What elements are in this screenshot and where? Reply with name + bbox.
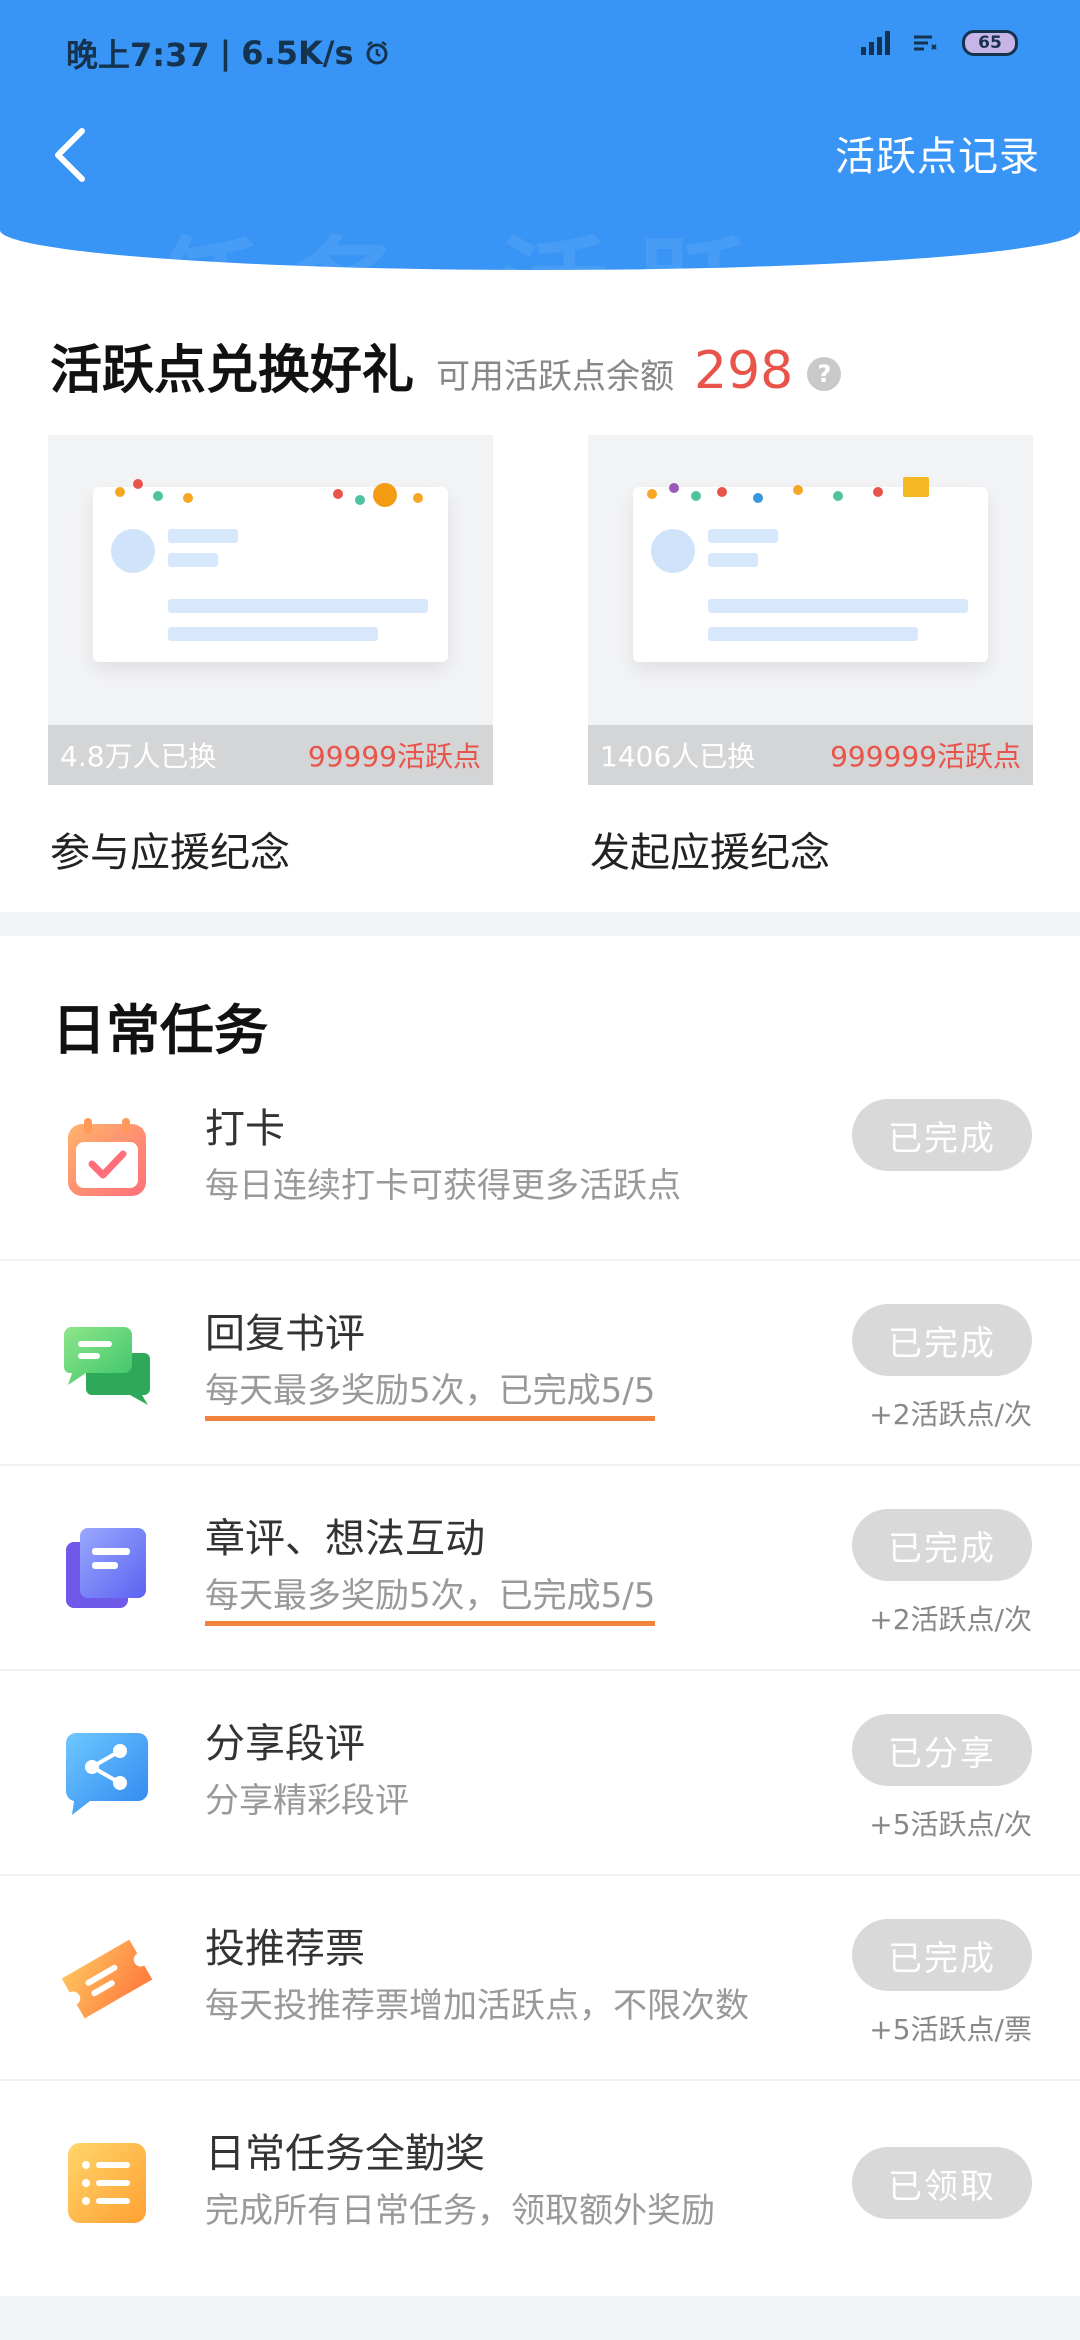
task-row-vote: 投推荐票 每天投推荐票增加活跃点，不限次数 已完成 +5活跃点/票 [0,1876,1080,2081]
question-icon[interactable]: ? [807,357,842,391]
back-button[interactable] [40,120,100,190]
task-status-button[interactable]: 已完成 [852,1509,1032,1581]
page: 晚上7:37 | 6.5K/s 65 活跃点记录 活跃点兑换好礼 可用活跃点余额… [0,0,1080,2340]
task-name: 打卡 [205,1106,285,1152]
signal-icon [861,31,890,55]
document-icon [66,1528,146,1608]
alarm-icon [366,41,388,65]
task-row-checkin: 打卡 每日连续打卡可获得更多活跃点 已完成 [0,1056,1080,1261]
task-row-chapter-comment: 章评、想法互动 每天最多奖励5次，已完成5/5 已完成 +2活跃点/次 [0,1466,1080,1671]
balance-value: 298 [694,341,794,401]
bottom-divider [0,2296,1080,2340]
task-status-button[interactable]: 已领取 [852,2147,1032,2219]
card-exchange-count: 1406人已换 [600,740,756,773]
task-status-button[interactable]: 已完成 [852,1304,1032,1376]
card-preview-image [633,477,988,662]
task-status-button[interactable]: 已完成 [852,1099,1032,1171]
task-row-reply-review: 回复书评 每天最多奖励5次，已完成5/5 已完成 +2活跃点/次 [0,1261,1080,1466]
card-preview-image [93,479,448,662]
status-time: 晚上7:37 [66,36,210,74]
task-reward: +5活跃点/次 [869,1808,1032,1841]
task-reward: +5活跃点/票 [869,2013,1032,2046]
task-status-button[interactable]: 已完成 [852,1919,1032,1991]
section-divider [0,912,1080,936]
card-exchange-count: 4.8万人已换 [60,740,217,773]
task-progress-desc: 每天最多奖励5次，已完成5/5 [205,1568,656,1626]
calendar-check-icon [68,1118,146,1196]
task-name: 章评、想法互动 [205,1516,485,1562]
ticket-icon [62,1939,152,2019]
chevron-left-icon [55,128,85,182]
share-icon [65,1733,148,1815]
daily-tasks-section: 日常任务 打卡 每日连续打卡可获得更多活跃点 已完成 回复书评 每天最多奖励5次… [0,936,1080,2296]
exchange-card-initiate[interactable]: 1406人已换 999999活跃点 [588,435,1033,785]
exchange-section: 活跃点兑换好礼 可用活跃点余额 298 ? 4.8万人已换 99999活跃点 参… [0,300,1080,912]
task-reward: +2活跃点/次 [869,1603,1032,1636]
header-decoration: 任务 活跃 [150,200,778,270]
exchange-card-participate[interactable]: 4.8万人已换 99999活跃点 [48,435,493,785]
record-link[interactable]: 活跃点记录 [835,124,1040,182]
task-row-attendance: 日常任务全勤奖 完成所有日常任务，领取额外奖励 已领取 [0,2081,1080,2286]
task-reward: +2活跃点/次 [869,1398,1032,1431]
header: 晚上7:37 | 6.5K/s 65 活跃点记录 [0,0,1080,270]
task-desc: 每日连续打卡可获得更多活跃点 [205,1166,681,1206]
task-progress-desc: 每天最多奖励5次，已完成5/5 [205,1363,656,1421]
task-name: 日常任务全勤奖 [205,2131,485,2177]
balance-label: 可用活跃点余额 [436,357,675,397]
card-label: 发起应援纪念 [590,830,830,876]
exchange-title: 活跃点兑换好礼 [50,340,415,401]
card-label: 参与应援纪念 [50,830,290,876]
task-desc: 每天投推荐票增加活跃点，不限次数 [205,1986,749,2026]
task-name: 分享段评 [205,1721,365,1767]
task-row-share: 分享段评 分享精彩段评 已分享 +5活跃点/次 [0,1671,1080,1876]
task-desc: 完成所有日常任务，领取额外奖励 [205,2191,715,2231]
battery-icon: 65 [962,30,1018,56]
card-cost: 999999活跃点 [830,740,1021,773]
card-cost: 99999活跃点 [307,740,481,773]
list-icon [68,2143,146,2223]
task-name: 回复书评 [205,1311,365,1357]
wifi-icon [914,35,937,51]
status-bar: 晚上7:37 | 6.5K/s 65 [0,0,1080,100]
task-name: 投推荐票 [205,1926,365,1972]
status-speed: 6.5K/s [241,34,354,72]
task-desc: 分享精彩段评 [205,1781,409,1821]
task-status-button[interactable]: 已分享 [852,1714,1032,1786]
tasks-title: 日常任务 [52,998,268,1062]
chat-bubbles-icon [63,1327,150,1405]
